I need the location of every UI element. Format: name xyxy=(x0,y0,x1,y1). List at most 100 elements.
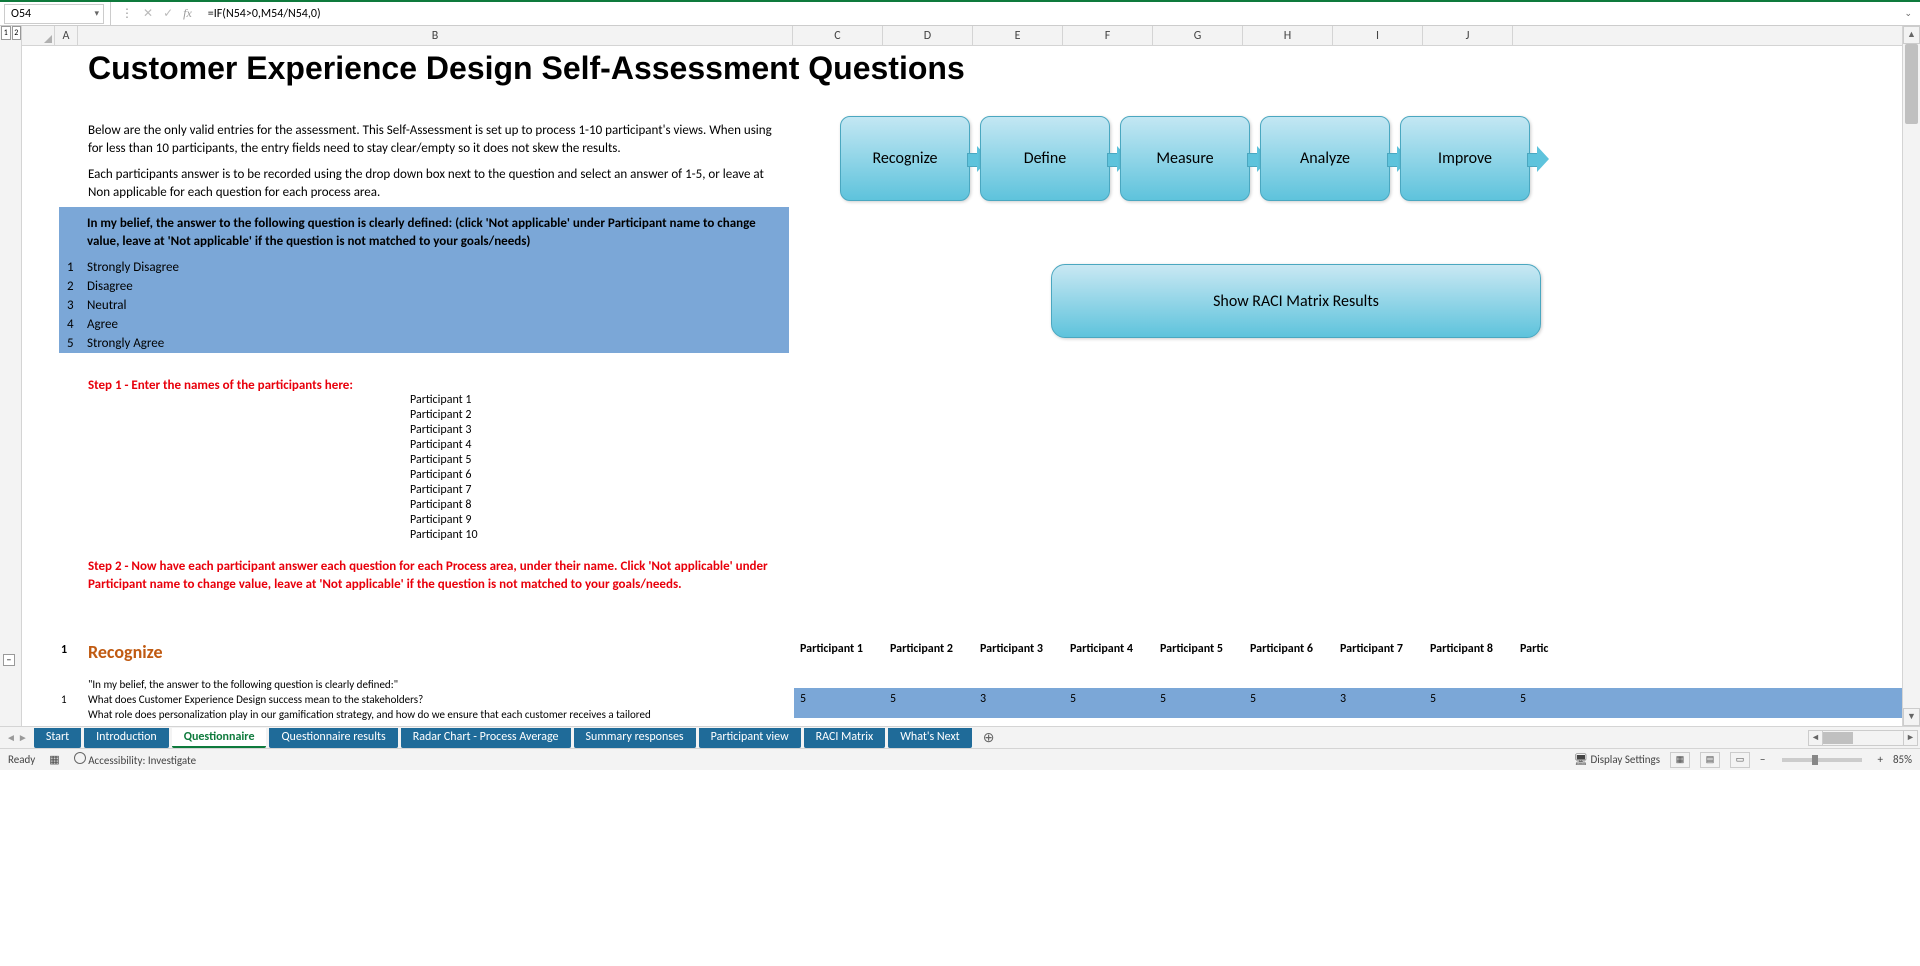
answer-p6[interactable]: 5 xyxy=(1250,692,1256,706)
step-1-label: Step 1 - Enter the names of the particip… xyxy=(88,378,353,393)
tab-start[interactable]: Start xyxy=(34,728,81,748)
likert-row-5: 5Strongly Agree xyxy=(59,334,789,353)
participant-8[interactable]: Participant 8 xyxy=(410,498,471,512)
hscroll-thumb[interactable] xyxy=(1823,732,1853,744)
col-participant-4: Participant 4 xyxy=(1070,642,1133,656)
col-header-E[interactable]: E xyxy=(973,26,1063,45)
question-1: What does Customer Experience Design suc… xyxy=(88,693,423,706)
outline-collapse[interactable]: − xyxy=(3,654,15,666)
outline-level-2[interactable]: 2 xyxy=(12,26,22,40)
add-sheet-icon[interactable]: ⊕ xyxy=(975,729,1003,746)
col-header-B[interactable]: B xyxy=(78,26,793,45)
answer-p4[interactable]: 5 xyxy=(1070,692,1076,706)
status-bar: Ready ▦ Accessibility: Investigate 🖥 Dis… xyxy=(0,748,1920,770)
tab-what's-next[interactable]: What's Next xyxy=(888,728,971,748)
status-ready: Ready xyxy=(8,753,35,766)
col-header-H[interactable]: H xyxy=(1243,26,1333,45)
tab-raci-matrix[interactable]: RACI Matrix xyxy=(804,728,886,748)
formula-input[interactable]: =IF(N54>0,M54/N54,0) xyxy=(200,7,1897,21)
zoom-in-icon[interactable]: + xyxy=(1878,753,1883,766)
answer-p9[interactable]: 5 xyxy=(1520,692,1526,706)
answer-p2[interactable]: 5 xyxy=(890,692,896,706)
outline-level-1[interactable]: 1 xyxy=(1,26,11,40)
participant-3[interactable]: Participant 3 xyxy=(410,423,471,437)
tab-prev-icon[interactable]: ► xyxy=(18,731,28,744)
answer-p7[interactable]: 3 xyxy=(1340,692,1346,706)
col-header-A[interactable]: A xyxy=(55,26,78,45)
name-box[interactable]: O54 xyxy=(4,4,104,24)
accessibility-status[interactable]: Accessibility: Investigate xyxy=(74,752,196,767)
process-btn-define[interactable]: Define xyxy=(980,116,1110,201)
likert-row-1: 1Strongly Disagree xyxy=(59,258,789,277)
participant-9[interactable]: Participant 9 xyxy=(410,513,471,527)
normal-view-icon[interactable]: ▦ xyxy=(1670,752,1690,768)
tab-questionnaire-results[interactable]: Questionnaire results xyxy=(269,728,397,748)
answer-p3[interactable]: 3 xyxy=(980,692,986,706)
col-header-F[interactable]: F xyxy=(1063,26,1153,45)
likert-row-2: 2Disagree xyxy=(59,277,789,296)
q-number: 1 xyxy=(61,693,67,706)
tab-participant-view[interactable]: Participant view xyxy=(699,728,801,748)
scroll-up-icon[interactable]: ▲ xyxy=(1903,26,1920,44)
col-participant-9: Partic xyxy=(1520,642,1548,656)
participant-2[interactable]: Participant 2 xyxy=(410,408,471,422)
participant-7[interactable]: Participant 7 xyxy=(410,483,471,497)
horizontal-scrollbar[interactable]: ◄ ► xyxy=(1808,730,1918,746)
belief-prompt: "In my belief, the answer to the followi… xyxy=(88,678,398,691)
likert-row-3: 3Neutral xyxy=(59,296,789,315)
step-2-label: Step 2 - Now have each participant answe… xyxy=(88,558,788,593)
process-btn-measure[interactable]: Measure xyxy=(1120,116,1250,201)
col-participant-7: Participant 7 xyxy=(1340,642,1403,656)
question-2: What role does personalization play in o… xyxy=(88,708,651,721)
participant-1[interactable]: Participant 1 xyxy=(410,393,471,407)
answer-p1[interactable]: 5 xyxy=(800,692,806,706)
col-header-C[interactable]: C xyxy=(793,26,883,45)
cancel-icon[interactable]: ✕ xyxy=(143,6,153,21)
vertical-scrollbar[interactable]: ▲ ▼ xyxy=(1902,26,1920,726)
participant-5[interactable]: Participant 5 xyxy=(410,453,471,467)
col-header-D[interactable]: D xyxy=(883,26,973,45)
col-participant-3: Participant 3 xyxy=(980,642,1043,656)
scroll-down-icon[interactable]: ▼ xyxy=(1903,708,1920,726)
zoom-slider[interactable] xyxy=(1782,758,1862,762)
process-btn-improve[interactable]: Improve xyxy=(1400,116,1530,201)
hscroll-left-icon[interactable]: ◄ xyxy=(1809,731,1823,745)
answer-p5[interactable]: 5 xyxy=(1160,692,1166,706)
scroll-thumb[interactable] xyxy=(1905,44,1918,124)
col-participant-8: Participant 8 xyxy=(1430,642,1493,656)
raci-button[interactable]: Show RACI Matrix Results xyxy=(1051,264,1541,338)
drop-icon[interactable]: ⋮ xyxy=(121,6,133,21)
answer-p8[interactable]: 5 xyxy=(1430,692,1436,706)
tab-questionnaire[interactable]: Questionnaire xyxy=(172,728,267,748)
col-participant-5: Participant 5 xyxy=(1160,642,1223,656)
expand-formula-icon[interactable]: ⌄ xyxy=(1896,8,1920,19)
participant-6[interactable]: Participant 6 xyxy=(410,468,471,482)
enter-icon[interactable]: ✓ xyxy=(163,6,173,21)
zoom-out-icon[interactable]: − xyxy=(1760,753,1765,766)
tab-introduction[interactable]: Introduction xyxy=(84,728,169,748)
col-header-G[interactable]: G xyxy=(1153,26,1243,45)
select-all-corner[interactable] xyxy=(22,26,55,45)
hscroll-right-icon[interactable]: ► xyxy=(1903,731,1917,745)
tab-radar-chart---process-average[interactable]: Radar Chart - Process Average xyxy=(401,728,571,748)
process-btn-recognize[interactable]: Recognize xyxy=(840,116,970,201)
col-header-J[interactable]: J xyxy=(1423,26,1513,45)
fx-icon[interactable]: fx xyxy=(183,6,192,21)
col-participant-1: Participant 1 xyxy=(800,642,863,656)
display-settings[interactable]: 🖥 Display Settings xyxy=(1574,753,1660,766)
participant-4[interactable]: Participant 4 xyxy=(410,438,471,452)
participant-10[interactable]: Participant 10 xyxy=(410,528,478,542)
zoom-level[interactable]: 85% xyxy=(1893,753,1912,766)
macro-icon[interactable]: ▦ xyxy=(49,753,59,766)
process-btn-analyze[interactable]: Analyze xyxy=(1260,116,1390,201)
tab-first-icon[interactable]: ◄ xyxy=(6,731,16,744)
page-layout-view-icon[interactable]: ▤ xyxy=(1700,752,1720,768)
tab-summary-responses[interactable]: Summary responses xyxy=(574,728,696,748)
sheet-tab-bar: ◄ ► StartIntroductionQuestionnaireQuesti… xyxy=(0,726,1920,748)
section-recognize: Recognize xyxy=(88,641,163,663)
instructions-block: In my belief, the answer to the followin… xyxy=(59,207,789,353)
col-participant-6: Participant 6 xyxy=(1250,642,1313,656)
col-header-I[interactable]: I xyxy=(1333,26,1423,45)
page-break-view-icon[interactable]: ▭ xyxy=(1730,752,1750,768)
likert-row-4: 4Agree xyxy=(59,315,789,334)
